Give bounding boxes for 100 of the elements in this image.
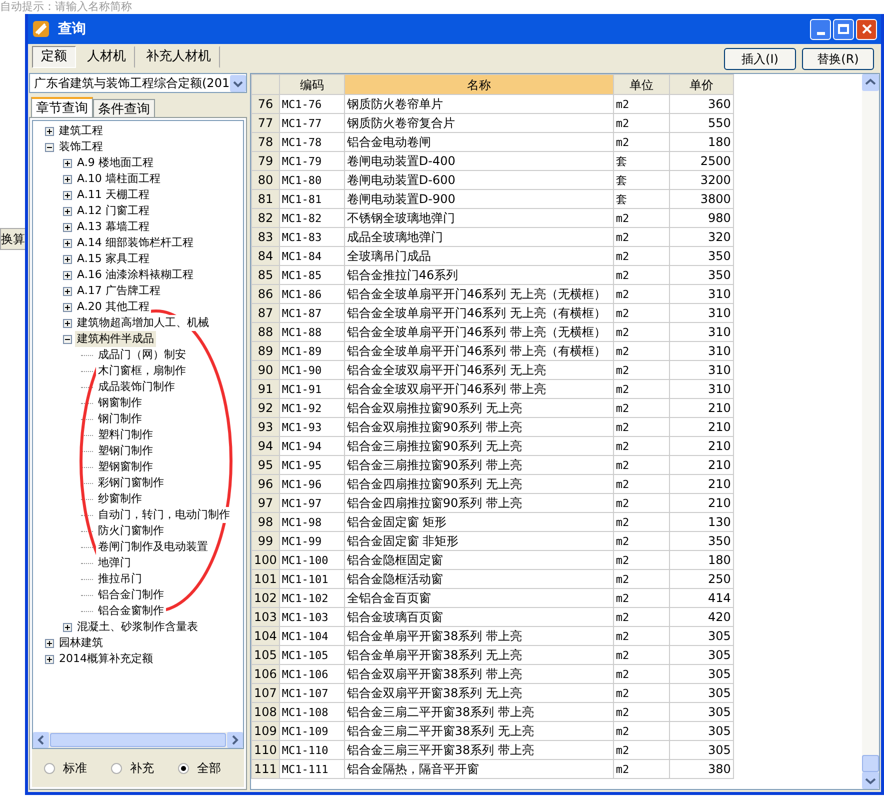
collapse-icon[interactable] (45, 142, 54, 152)
tree-item[interactable]: 建筑构件半成品 (75, 331, 156, 347)
table-cell: m2 (613, 284, 670, 304)
table-cell: 210 (669, 418, 734, 436)
table-cell: m2 (613, 702, 670, 722)
table-cell: 钢质防火卷帘复合片 (344, 114, 614, 132)
header-cell[interactable] (252, 74, 280, 94)
expand-icon[interactable] (45, 638, 54, 648)
tree-item[interactable]: A.17 广告牌工程 (75, 283, 162, 299)
radio-button[interactable] (178, 762, 189, 774)
tree-item[interactable]: A.15 家具工程 (75, 251, 152, 267)
table-cell: 铝合金三扇三平开窗38系列 带上亮 (344, 740, 614, 760)
table-cell: MC1-81 (279, 190, 344, 208)
expand-icon[interactable] (63, 286, 72, 296)
tree-item[interactable]: 铝合金窗制作 (96, 603, 166, 619)
table-cell: m2 (613, 722, 670, 740)
header-cell[interactable]: 编码 (279, 74, 344, 94)
expand-icon[interactable] (63, 174, 72, 184)
expand-icon[interactable] (63, 190, 72, 200)
table-cell: MC1-103 (279, 608, 344, 626)
expand-icon[interactable] (63, 318, 72, 328)
scroll-thumb[interactable] (862, 755, 879, 772)
scroll-right-icon[interactable] (227, 732, 243, 748)
vertical-scrollbar[interactable] (862, 74, 879, 789)
header-cell[interactable]: 单价 (669, 74, 734, 94)
minimize-button[interactable] (810, 18, 831, 40)
table-cell: m2 (613, 266, 670, 284)
scroll-up-icon[interactable] (862, 74, 879, 91)
radio-label: 补充 (130, 760, 154, 777)
row-number: 88 (252, 322, 280, 342)
expand-icon[interactable] (63, 270, 72, 280)
row-number: 96 (252, 474, 280, 494)
expand-icon[interactable] (63, 254, 72, 264)
row-number: 102 (252, 588, 280, 608)
tree-item[interactable]: 卷闸门制作及电动装置 (96, 539, 210, 555)
action-button[interactable]: 插入(I) (724, 48, 796, 70)
tab[interactable]: 条件查询 (93, 99, 155, 117)
expand-icon[interactable] (63, 158, 72, 168)
window-title: 查询 (58, 20, 86, 38)
expand-icon[interactable] (63, 622, 72, 632)
expand-icon[interactable] (45, 654, 54, 664)
action-button[interactable]: 替换(R) (802, 48, 874, 70)
table-cell: 305 (669, 626, 734, 646)
tab[interactable]: 人材机 (78, 46, 135, 68)
table-cell: MC1-83 (279, 228, 344, 246)
row-number: 89 (252, 342, 280, 360)
tree-item[interactable]: 建筑物超高增加人工、机械 (75, 315, 211, 331)
tree-item[interactable]: A.9 楼地面工程 (75, 155, 156, 171)
table-cell: MC1-96 (279, 474, 344, 494)
expand-icon[interactable] (45, 126, 54, 136)
table-cell: 3200 (669, 170, 734, 190)
tab[interactable]: 章节查询 (31, 97, 93, 117)
tree-item[interactable]: 纱窗制作 (96, 491, 144, 507)
collapse-icon[interactable] (63, 334, 72, 344)
scroll-left-icon[interactable] (33, 732, 49, 748)
tree-item[interactable]: A.20 其他工程 (75, 299, 152, 315)
tab[interactable]: 定额 (32, 46, 76, 68)
table-cell: MC1-86 (279, 284, 344, 304)
row-number: 82 (252, 208, 280, 228)
radio-button[interactable] (44, 762, 55, 774)
radio-button[interactable] (111, 762, 122, 774)
scroll-thumb[interactable] (50, 733, 226, 747)
tree-item[interactable]: 成品门（网）制安 (96, 347, 188, 363)
table-cell: m2 (613, 342, 670, 360)
library-select[interactable]: 广东省建筑与装饰工程综合定额(201 (29, 73, 247, 93)
tree-item[interactable]: 自动门，转门，电动门制作 (96, 507, 232, 523)
scroll-down-icon[interactable] (862, 772, 879, 789)
row-number: 95 (252, 456, 280, 474)
tree-item[interactable]: 彩钢门窗制作 (96, 475, 166, 491)
side-button[interactable]: 换算 (0, 228, 27, 250)
table-cell: MC1-79 (279, 152, 344, 170)
row-number: 100 (252, 550, 280, 570)
table-cell: 2500 (669, 152, 734, 170)
row-number: 98 (252, 512, 280, 532)
tree-item[interactable]: 地弹门 (96, 555, 133, 571)
table-cell: MC1-80 (279, 170, 344, 190)
close-button[interactable] (856, 18, 877, 40)
table-cell: m2 (613, 114, 670, 132)
table-cell: 380 (669, 760, 734, 778)
expand-icon[interactable] (63, 238, 72, 248)
table-cell: m2 (613, 760, 670, 778)
table-cell: m2 (613, 132, 670, 152)
row-number: 97 (252, 494, 280, 512)
table-cell: m2 (613, 664, 670, 684)
table-cell: 305 (669, 684, 734, 702)
expand-icon[interactable] (63, 222, 72, 232)
table-cell: 铝合金推拉门46系列 (344, 266, 614, 284)
expand-icon[interactable] (63, 206, 72, 216)
tab[interactable]: 补充人材机 (137, 46, 220, 68)
tree-item[interactable]: 推拉吊门 (96, 571, 144, 587)
maximize-button[interactable] (833, 18, 854, 40)
header-cell[interactable]: 单位 (613, 74, 670, 94)
table-cell: MC1-101 (279, 570, 344, 588)
table-cell: 铝合金全玻双扇平开门46系列 带上亮 (344, 380, 614, 398)
tree-item[interactable]: 铝合金门制作 (96, 587, 166, 603)
expand-icon[interactable] (63, 302, 72, 312)
dropdown-icon (230, 74, 246, 92)
horizontal-scrollbar[interactable] (33, 732, 243, 748)
header-cell[interactable]: 名称 (344, 74, 614, 94)
tree-item[interactable]: 混凝土、砂浆制作含量表 (75, 619, 200, 635)
